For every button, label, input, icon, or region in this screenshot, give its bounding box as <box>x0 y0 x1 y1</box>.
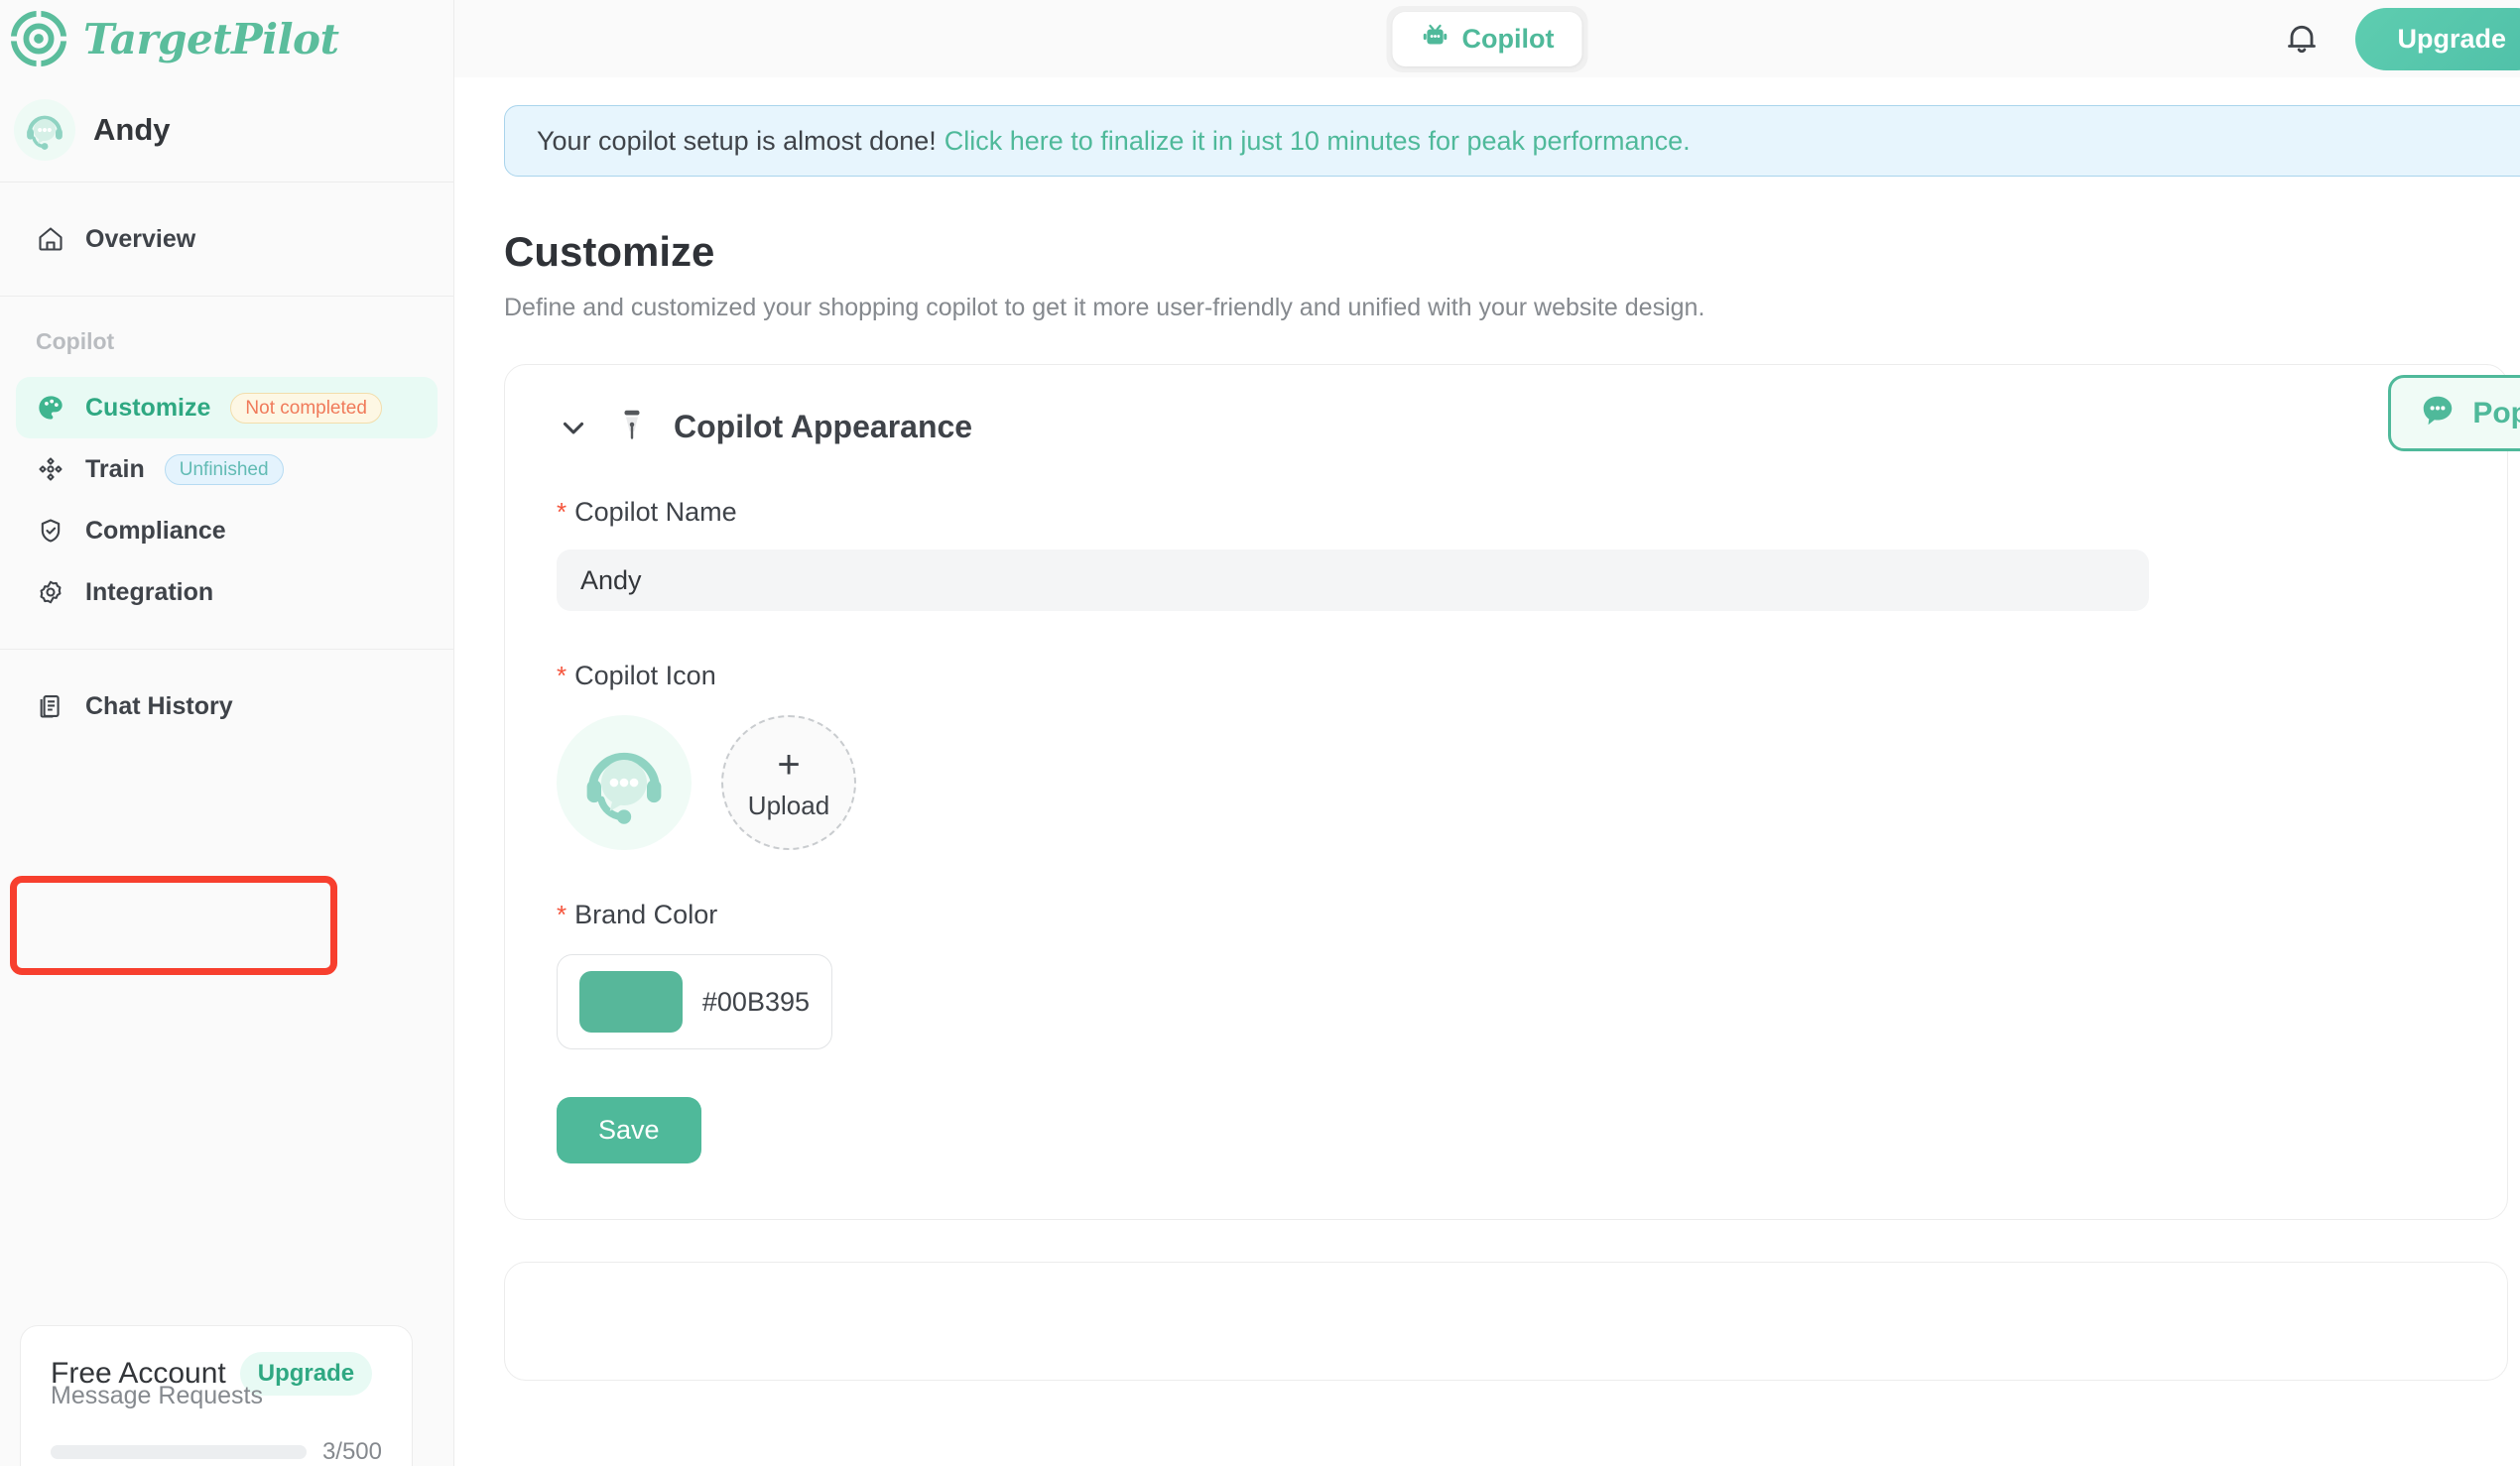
card-title: Copilot Appearance <box>674 409 972 445</box>
copilot-icon-row: + Upload <box>557 715 2456 850</box>
profile-name: Andy <box>93 112 171 148</box>
nav-group-main: Overview <box>0 183 453 297</box>
label-text: Copilot Name <box>574 497 737 528</box>
usage-meter-track <box>51 1445 307 1459</box>
sidebar-item-label: Train <box>85 455 145 484</box>
required-asterisk: * <box>557 900 567 930</box>
card-header: Copilot Appearance <box>557 407 2456 447</box>
free-account-card: Free Account Upgrade Message Requests 3/… <box>20 1325 413 1466</box>
annotation-highlight-integration <box>10 876 337 975</box>
sidebar-item-label: Integration <box>85 578 213 607</box>
move-arrows-icon <box>36 454 65 484</box>
tab-copilot-label: Copilot <box>1462 24 1555 55</box>
brand[interactable]: TargetPilot <box>0 0 453 77</box>
sidebar-item-label: Overview <box>85 225 195 254</box>
required-asterisk: * <box>557 661 567 691</box>
sidebar-item-customize[interactable]: Customize Not completed <box>16 377 438 438</box>
sidebar-item-train[interactable]: Train Unfinished <box>16 438 438 500</box>
sidebar-item-label: Chat History <box>85 692 233 721</box>
copilot-icon-label: * Copilot Icon <box>557 661 2456 691</box>
sidebar-item-compliance[interactable]: Compliance <box>16 500 438 561</box>
status-badge: Unfinished <box>165 454 284 485</box>
copilot-appearance-card: Copilot Appearance * Copilot Name * Copi… <box>504 364 2508 1220</box>
chevron-down-icon[interactable] <box>557 411 590 444</box>
brand-color-picker[interactable]: #00B395 <box>557 954 832 1049</box>
status-badge: Not completed <box>230 393 382 424</box>
topbar-actions: Upgrade <box>2282 0 2520 77</box>
brand-color-label: * Brand Color <box>557 900 2456 930</box>
notification-bell-icon[interactable] <box>2282 19 2322 59</box>
usage-meter: 3/500 <box>51 1438 382 1466</box>
sidebar-item-label: Compliance <box>85 517 226 546</box>
sidebar-item-integration[interactable]: Integration <box>16 561 438 623</box>
label-text: Copilot Icon <box>574 661 716 691</box>
label-text: Brand Color <box>574 900 717 930</box>
main-content: Your copilot setup is almost done! Click… <box>454 77 2520 1466</box>
next-card-partial <box>504 1262 2508 1381</box>
sidebar-item-label: Customize <box>85 394 210 423</box>
upgrade-button[interactable]: Upgrade <box>2355 8 2520 70</box>
page-subtitle: Define and customized your shopping copi… <box>504 294 2520 322</box>
color-swatch <box>579 971 683 1033</box>
sidebar-item-chat-history[interactable]: Chat History <box>16 675 438 737</box>
setup-banner: Your copilot setup is almost done! Click… <box>504 105 2520 177</box>
plus-icon: + <box>777 745 800 785</box>
avatar <box>14 99 75 161</box>
banner-link[interactable]: Click here to finalize it in just 10 min… <box>945 126 1691 157</box>
copilot-icon-preview[interactable] <box>557 715 692 850</box>
usage-meter-text: 3/500 <box>322 1438 382 1466</box>
page-title: Customize <box>504 228 2520 276</box>
gear-icon <box>36 577 65 607</box>
nav-group-copilot: Copilot Customize Not completed <box>0 297 453 650</box>
tab-copilot[interactable]: Copilot <box>1393 12 1582 66</box>
field-copilot-icon: * Copilot Icon <box>557 661 2456 850</box>
document-icon <box>36 691 65 721</box>
copilot-name-label: * Copilot Name <box>557 497 2456 528</box>
robot-icon <box>1421 22 1450 57</box>
field-brand-color: * Brand Color #00B395 <box>557 900 2456 1049</box>
copilot-switch[interactable]: Copilot <box>1387 6 1588 72</box>
color-hex-value: #00B395 <box>702 987 810 1018</box>
save-button[interactable]: Save <box>557 1097 701 1163</box>
app-root: TargetPilot Andy <box>0 0 2520 1466</box>
profile-header[interactable]: Andy <box>0 77 453 183</box>
brand-name: TargetPilot <box>83 15 338 63</box>
sidebar-item-overview[interactable]: Overview <box>16 208 438 270</box>
required-asterisk: * <box>557 497 567 528</box>
topbar: Copilot Upgrade <box>454 0 2520 77</box>
field-copilot-name: * Copilot Name <box>557 497 2456 611</box>
palette-icon <box>36 393 65 423</box>
sidebar: TargetPilot Andy <box>0 0 454 1466</box>
nav-group-title: Copilot <box>16 322 438 377</box>
banner-text: Your copilot setup is almost done! <box>537 126 937 157</box>
popup-preview-button[interactable]: Pop <box>2388 375 2520 451</box>
upload-icon-button[interactable]: + Upload <box>721 715 856 850</box>
copilot-name-input[interactable] <box>557 550 2149 611</box>
chat-bubble-icon <box>2419 392 2457 434</box>
home-icon <box>36 224 65 254</box>
target-crosshair-icon <box>8 8 69 69</box>
popup-preview-label: Pop <box>2472 397 2520 430</box>
upload-label: Upload <box>748 791 829 821</box>
shield-check-icon <box>36 516 65 546</box>
nav-group-history: Chat History <box>0 650 453 763</box>
pen-nib-icon <box>614 407 650 447</box>
